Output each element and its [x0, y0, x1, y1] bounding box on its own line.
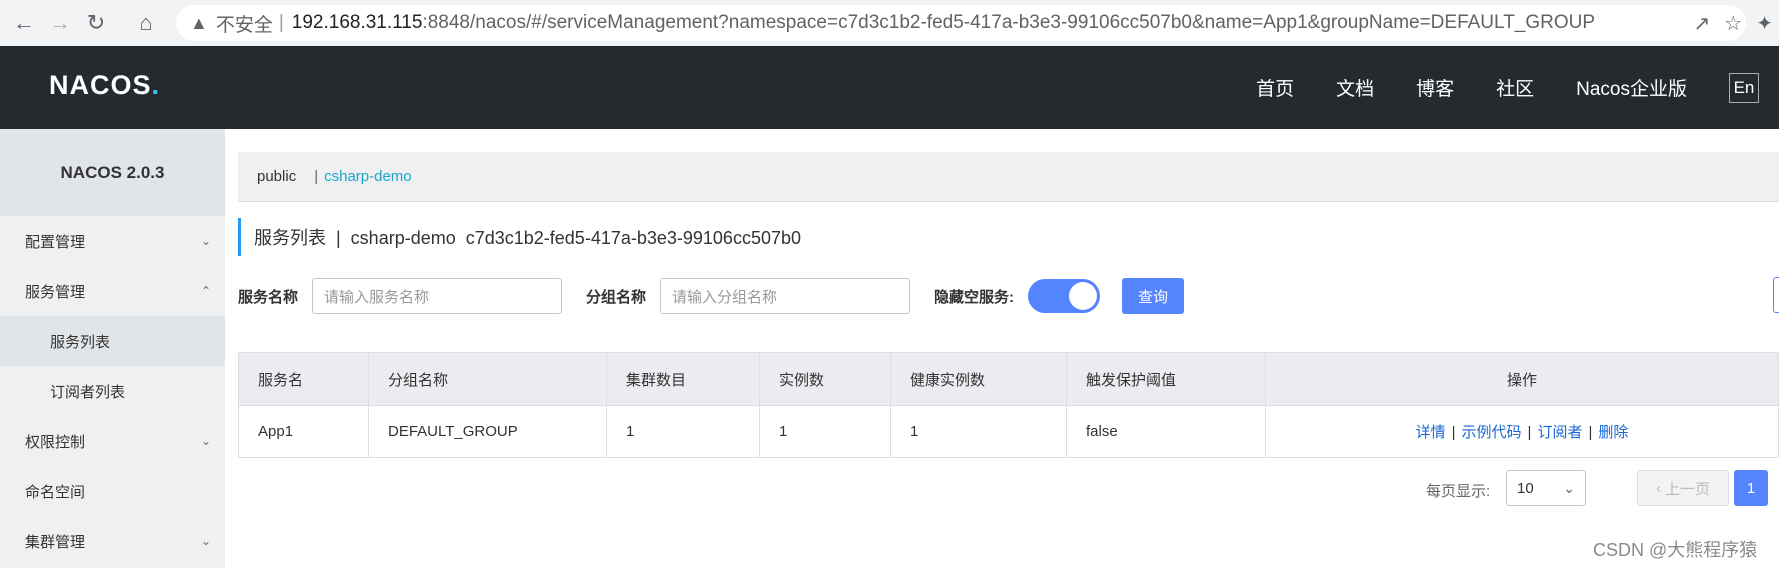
- address-bar[interactable]: ▲ 不安全 | 192.168.31.115:8848/nacos/#/serv…: [176, 5, 1746, 41]
- nav-enterprise[interactable]: Nacos企业版: [1576, 74, 1687, 101]
- extensions-icon[interactable]: ✦: [1756, 11, 1773, 36]
- main-content: public | csharp-demo 服务列表 | csharp-demo …: [225, 129, 1779, 568]
- bookmark-star-icon[interactable]: ☆: [1724, 11, 1742, 36]
- home-icon[interactable]: ⌂: [128, 5, 164, 41]
- sidebar-item-service-list[interactable]: 服务列表: [0, 316, 225, 366]
- create-service-button-edge[interactable]: [1773, 277, 1779, 313]
- sidebar-item-cluster[interactable]: 集群管理 ⌄: [0, 516, 225, 566]
- prev-page-label: 上一页: [1664, 480, 1710, 498]
- col-operations: 操作: [1265, 352, 1779, 406]
- sidebar-title: NACOS 2.0.3: [0, 129, 225, 216]
- op-separator: |: [1527, 424, 1532, 441]
- sidebar-item-label: 集群管理: [25, 533, 86, 551]
- chevron-left-icon: ‹: [1655, 479, 1661, 497]
- col-protect-threshold: 触发保护阈值: [1066, 352, 1266, 406]
- op-separator: |: [1588, 424, 1593, 441]
- col-cluster-count: 集群数目: [606, 352, 760, 406]
- op-separator: |: [1451, 424, 1456, 441]
- sample-code-link[interactable]: 示例代码: [1462, 424, 1522, 441]
- sidebar: NACOS 2.0.3 配置管理 ⌄ 服务管理 ⌃ 服务列表 订阅者列表 权限控…: [0, 129, 225, 568]
- url-rest: :8848/nacos/#/serviceManagement?namespac…: [422, 12, 1596, 33]
- group-name-input[interactable]: 请输入分组名称: [660, 278, 911, 314]
- table-row: App1 DEFAULT_GROUP 1 1 1 false 详情 | 示例代码 | 订…: [238, 405, 1779, 458]
- logo-dot: .: [151, 70, 161, 100]
- browser-toolbar: ← → ↻ ⌂ ▲ 不安全 | 192.168.31.115:8848/naco…: [0, 0, 1779, 46]
- watermark: CSDN @大熊程序猿: [1593, 540, 1758, 560]
- url-host: 192.168.31.115: [291, 12, 423, 33]
- sidebar-item-namespace[interactable]: 命名空间: [0, 466, 225, 516]
- cell-operations: 详情 | 示例代码 | 订阅者 | 删除: [1265, 405, 1779, 458]
- per-page-value: 10: [1517, 479, 1534, 497]
- pagination: 每页显示: 10 ⌄ ‹ 上一页 1: [225, 470, 1779, 508]
- delete-link[interactable]: 删除: [1598, 424, 1628, 441]
- browser-actions: ↗ ☆ ✦: [1694, 5, 1779, 41]
- per-page-label: 每页显示:: [1426, 483, 1491, 500]
- nav-docs[interactable]: 文档: [1336, 74, 1374, 101]
- filter-bar: 服务名称 请输入服务名称 分组名称 请输入分组名称 隐藏空服务: 查询: [238, 277, 1185, 315]
- detail-link[interactable]: 详情: [1416, 424, 1446, 441]
- group-name-placeholder: 请输入分组名称: [672, 288, 778, 306]
- address-separator: |: [278, 12, 284, 33]
- sidebar-item-label: 服务管理: [25, 283, 86, 301]
- cell-group-name: DEFAULT_GROUP: [368, 405, 607, 458]
- group-name-label: 分组名称: [586, 288, 647, 306]
- insecure-label: 不安全: [215, 14, 273, 36]
- hide-empty-toggle[interactable]: [1028, 279, 1101, 313]
- nav-home[interactable]: 首页: [1256, 74, 1294, 101]
- chevron-down-icon: ⌄: [200, 534, 211, 548]
- page-title-text: 服务列表 | csharp-demo c7d3c1b2-fed5-417a-b3…: [254, 228, 801, 248]
- col-instance-count: 实例数: [759, 352, 891, 406]
- per-page-select[interactable]: 10 ⌄: [1506, 470, 1586, 506]
- nav-blog[interactable]: 博客: [1416, 74, 1454, 101]
- prev-page-button[interactable]: ‹ 上一页: [1637, 470, 1729, 506]
- nacos-logo[interactable]: NACOS.: [49, 70, 160, 101]
- chevron-down-icon: ⌄: [200, 434, 211, 448]
- col-group-name: 分组名称: [368, 352, 607, 406]
- service-name-input[interactable]: 请输入服务名称: [312, 278, 563, 314]
- sidebar-item-label: 订阅者列表: [50, 383, 126, 401]
- chevron-down-icon: ⌄: [1563, 479, 1575, 496]
- page-title: 服务列表 | csharp-demo c7d3c1b2-fed5-417a-b3…: [238, 218, 801, 256]
- table-header-row: 服务名 分组名称 集群数目 实例数 健康实例数 触发保护阈值 操作: [238, 352, 1779, 406]
- namespace-csharp-demo[interactable]: csharp-demo: [324, 168, 412, 185]
- sidebar-item-label: 权限控制: [25, 433, 86, 451]
- col-service-name: 服务名: [238, 352, 369, 406]
- sidebar-item-service[interactable]: 服务管理 ⌃: [0, 266, 225, 316]
- namespace-bar: public | csharp-demo: [238, 152, 1779, 202]
- chevron-down-icon: ⌄: [200, 234, 211, 248]
- warning-icon: ▲: [190, 12, 208, 33]
- subscriber-link[interactable]: 订阅者: [1537, 424, 1582, 441]
- top-navigation: NACOS. 首页 文档 博客 社区 Nacos企业版 En: [0, 46, 1779, 129]
- reload-icon[interactable]: ↻: [78, 5, 114, 41]
- sidebar-item-label: 服务列表: [50, 333, 111, 351]
- nav-items: 首页 文档 博客 社区 Nacos企业版 En: [1256, 46, 1779, 129]
- back-icon[interactable]: ←: [6, 5, 42, 41]
- query-button[interactable]: 查询: [1122, 278, 1185, 314]
- share-icon[interactable]: ↗: [1694, 11, 1711, 36]
- chevron-up-icon: ⌃: [200, 284, 211, 298]
- cell-cluster-count: 1: [606, 405, 760, 458]
- service-name-placeholder: 请输入服务名称: [324, 288, 430, 306]
- page-number-current[interactable]: 1: [1734, 470, 1768, 506]
- hide-empty-label: 隐藏空服务:: [934, 288, 1015, 306]
- namespace-public[interactable]: public: [257, 168, 296, 185]
- cell-instance-count: 1: [759, 405, 891, 458]
- namespace-separator: |: [314, 168, 319, 185]
- col-healthy-count: 健康实例数: [890, 352, 1067, 406]
- sidebar-item-config[interactable]: 配置管理 ⌄: [0, 216, 225, 266]
- nav-community[interactable]: 社区: [1496, 74, 1534, 101]
- cell-protect-threshold: false: [1066, 405, 1266, 458]
- sidebar-item-auth[interactable]: 权限控制 ⌄: [0, 416, 225, 466]
- logo-text: NACOS: [49, 70, 152, 100]
- sidebar-item-subscriber-list[interactable]: 订阅者列表: [0, 366, 225, 416]
- sidebar-item-label: 配置管理: [25, 233, 86, 251]
- service-table: 服务名 分组名称 集群数目 实例数 健康实例数 触发保护阈值 操作 App1 D…: [238, 352, 1779, 458]
- forward-icon[interactable]: →: [42, 5, 78, 41]
- cell-healthy-count: 1: [890, 405, 1067, 458]
- sidebar-item-label: 命名空间: [25, 483, 86, 501]
- language-switch-button[interactable]: En: [1729, 72, 1759, 103]
- cell-service-name: App1: [238, 405, 369, 458]
- toggle-knob: [1069, 282, 1098, 310]
- service-name-label: 服务名称: [238, 288, 299, 306]
